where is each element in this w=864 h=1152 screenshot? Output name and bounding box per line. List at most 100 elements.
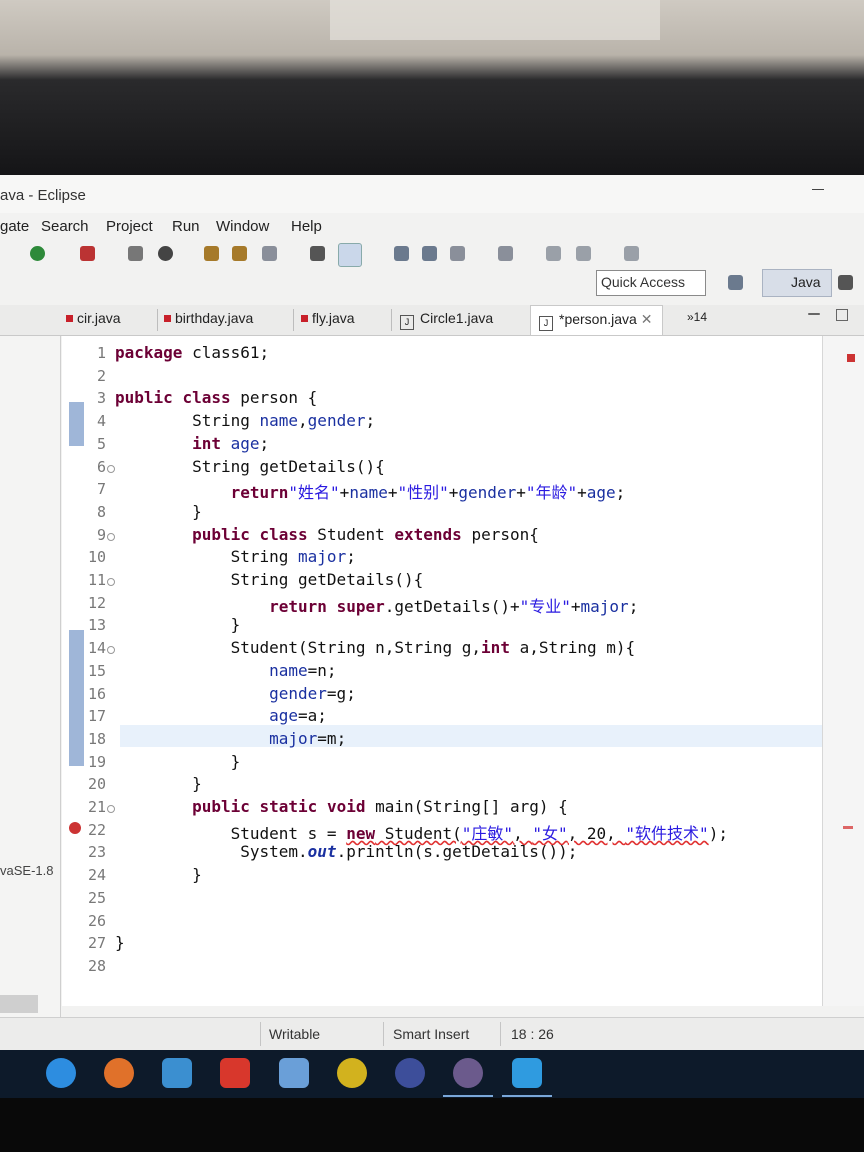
fold-toggle-icon[interactable] bbox=[107, 532, 115, 541]
code-line[interactable]: System.out.println(s.getDetails()); bbox=[115, 842, 577, 861]
menu-run[interactable]: Run bbox=[172, 218, 200, 235]
taskbar bbox=[0, 1050, 864, 1098]
ball-icon[interactable] bbox=[337, 1058, 367, 1088]
line-number: 6 bbox=[96, 457, 106, 476]
eclipse-icon[interactable] bbox=[443, 1058, 493, 1097]
java-perspective-button[interactable]: Java bbox=[762, 269, 832, 297]
tab-separator bbox=[293, 309, 294, 331]
code-line[interactable]: return"姓名"+name+"性别"+gender+"年龄"+age; bbox=[115, 479, 626, 503]
run-icon[interactable] bbox=[30, 246, 45, 261]
tab-label: *person.java bbox=[559, 311, 637, 327]
code-line[interactable]: public class Student extends person{ bbox=[115, 525, 539, 544]
open-folder-icon[interactable] bbox=[204, 246, 219, 261]
code-line[interactable]: return super.getDetails()+"专业"+major; bbox=[115, 593, 638, 617]
line-number: 14 bbox=[87, 639, 106, 658]
menu-search[interactable]: Search bbox=[41, 218, 89, 235]
block-select-icon[interactable] bbox=[394, 246, 409, 261]
status-separator bbox=[383, 1022, 384, 1046]
open-type-icon[interactable] bbox=[232, 246, 247, 261]
code-editor[interactable]: 1 2 3 4 5 6 7 8 9 10 11 12 13 14 15 16 17 18 19 20 21 22 23 24 2… bbox=[62, 336, 822, 1006]
code-line[interactable]: Student s = new Student("庄敏", "女", 20, "… bbox=[115, 820, 728, 844]
tab-overflow[interactable]: »14 bbox=[687, 310, 707, 324]
tab-fly[interactable]: fly.java bbox=[301, 310, 355, 326]
code-line[interactable]: package class61; bbox=[115, 343, 269, 362]
code-line[interactable]: String getDetails(){ bbox=[115, 457, 385, 476]
debug-icon[interactable] bbox=[80, 246, 95, 261]
toggle-mark-icon[interactable] bbox=[338, 243, 362, 267]
toolbar bbox=[0, 239, 864, 301]
network-icon[interactable] bbox=[162, 1058, 192, 1088]
forward-icon[interactable] bbox=[624, 246, 639, 261]
writer-icon[interactable] bbox=[502, 1058, 552, 1097]
marker-icon[interactable] bbox=[310, 246, 325, 261]
code-line[interactable]: int age; bbox=[115, 434, 269, 453]
fold-toggle-icon[interactable] bbox=[107, 646, 115, 655]
jre-library-label[interactable]: vaSE-1.8 bbox=[0, 863, 53, 878]
code-line[interactable]: String name,gender; bbox=[115, 411, 375, 430]
fold-toggle-icon[interactable] bbox=[107, 464, 115, 473]
line-number: 13 bbox=[87, 616, 106, 635]
code-line[interactable]: } bbox=[115, 865, 202, 884]
new-class-icon[interactable] bbox=[158, 246, 173, 261]
line-number: 17 bbox=[87, 707, 106, 726]
window-title: ava - Eclipse bbox=[0, 187, 86, 204]
netease-music-icon[interactable] bbox=[220, 1058, 250, 1088]
line-number: 7 bbox=[96, 480, 106, 499]
vertical-scrollbar[interactable] bbox=[822, 336, 864, 1006]
menu-project[interactable]: Project bbox=[106, 218, 153, 235]
edge-icon[interactable] bbox=[46, 1058, 76, 1088]
close-icon[interactable]: ✕ bbox=[641, 311, 653, 327]
code-line[interactable]: public class person { bbox=[115, 388, 317, 407]
code-line[interactable]: } bbox=[115, 752, 241, 771]
maximize-editor-icon[interactable] bbox=[836, 309, 848, 321]
line-number: 24 bbox=[87, 866, 106, 885]
java-file-error-icon bbox=[301, 315, 308, 322]
status-separator bbox=[260, 1022, 261, 1046]
quick-access-field[interactable]: Quick Access bbox=[596, 270, 706, 296]
last-edit-icon[interactable] bbox=[546, 246, 561, 261]
tab-person[interactable]: J *person.java ✕ bbox=[530, 305, 664, 335]
line-number: 4 bbox=[96, 412, 106, 431]
code-line[interactable]: } bbox=[115, 933, 125, 952]
code-line[interactable]: public static void main(String[] arg) { bbox=[115, 797, 568, 816]
fold-toggle-icon[interactable] bbox=[107, 805, 115, 813]
tab-label: birthday.java bbox=[175, 310, 254, 326]
back-icon[interactable] bbox=[576, 246, 591, 261]
code-line[interactable]: major=m; bbox=[115, 729, 346, 748]
error-marker[interactable] bbox=[843, 826, 853, 829]
browser-icon[interactable] bbox=[395, 1058, 425, 1088]
code-line[interactable]: String getDetails(){ bbox=[115, 570, 424, 589]
open-perspective-icon[interactable] bbox=[728, 275, 743, 290]
minimize-editor-icon[interactable] bbox=[808, 313, 820, 315]
code-line[interactable]: gender=g; bbox=[115, 684, 356, 703]
firefox-icon[interactable] bbox=[104, 1058, 134, 1088]
code-line[interactable]: } bbox=[115, 502, 202, 521]
menu-help[interactable]: Help bbox=[291, 218, 322, 235]
horizontal-scrollbar[interactable] bbox=[0, 995, 38, 1013]
menu-navigate[interactable]: gate bbox=[0, 218, 29, 235]
code-line[interactable]: } bbox=[115, 615, 241, 634]
tab-cir[interactable]: cir.java bbox=[66, 310, 121, 326]
line-number: 22 bbox=[87, 820, 106, 839]
code-line[interactable]: Student(String n,String g,int a,String m… bbox=[115, 638, 636, 657]
build-icon[interactable] bbox=[128, 246, 143, 261]
whitespace-icon[interactable] bbox=[422, 246, 437, 261]
code-line[interactable]: name=n; bbox=[115, 661, 336, 680]
tab-separator bbox=[157, 309, 158, 331]
notepad-icon[interactable] bbox=[279, 1058, 309, 1088]
prev-annotation-icon[interactable] bbox=[498, 246, 513, 261]
menu-window[interactable]: Window bbox=[216, 218, 269, 235]
line-number: 15 bbox=[87, 661, 106, 680]
minimize-icon[interactable] bbox=[812, 189, 824, 190]
fold-toggle-icon[interactable] bbox=[107, 578, 115, 586]
code-line[interactable]: String major; bbox=[115, 547, 356, 566]
search-icon[interactable] bbox=[262, 246, 277, 261]
line-number-gutter: 1 2 3 4 5 6 7 8 9 10 11 12 13 14 15 16 17 18 19 20 21 22 23 24 2… bbox=[62, 336, 118, 1006]
code-line[interactable]: age=a; bbox=[115, 706, 327, 725]
tab-circle1[interactable]: J Circle1.java bbox=[400, 310, 493, 330]
debug-perspective-icon[interactable] bbox=[838, 275, 853, 290]
code-line[interactable]: } bbox=[115, 774, 202, 793]
next-annotation-icon[interactable] bbox=[450, 246, 465, 261]
tab-birthday[interactable]: birthday.java bbox=[164, 310, 253, 326]
line-number: 9 bbox=[96, 525, 106, 544]
